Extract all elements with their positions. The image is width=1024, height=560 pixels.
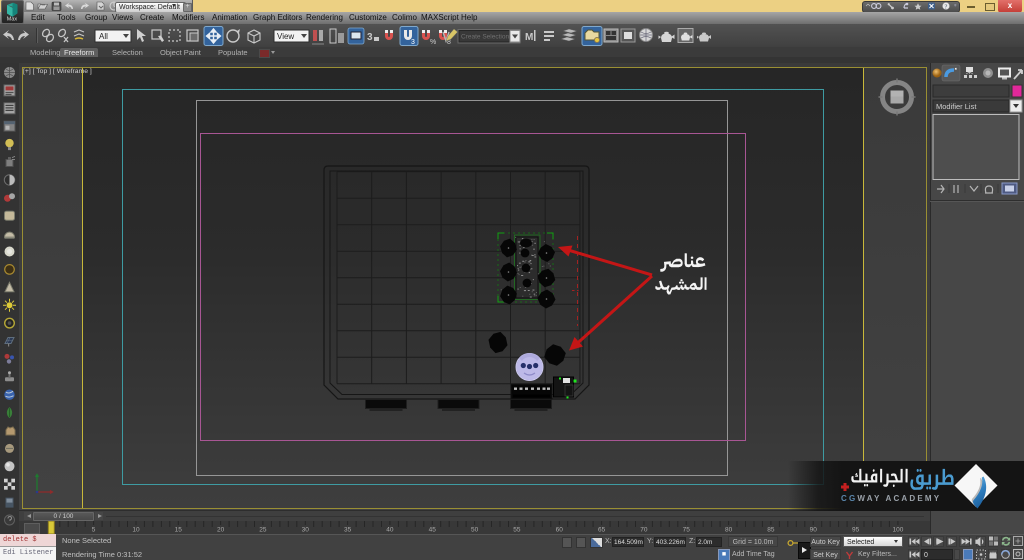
- svg-text:35: 35: [344, 527, 352, 534]
- svg-text:20: 20: [217, 527, 225, 534]
- svg-text:50: 50: [471, 527, 479, 534]
- svg-text:All: All: [99, 32, 108, 41]
- svg-text:40: 40: [386, 527, 394, 534]
- svg-text:15: 15: [175, 527, 183, 534]
- svg-text:3: 3: [367, 32, 373, 43]
- svg-text:95: 95: [852, 527, 860, 534]
- svg-text:CGWAY ACADEMY: CGWAY ACADEMY: [841, 494, 941, 503]
- svg-text:5: 5: [92, 527, 96, 534]
- svg-text:85: 85: [767, 527, 775, 534]
- svg-text:Create Selection: Create Selection: [461, 34, 509, 41]
- svg-text:?: ?: [945, 3, 948, 10]
- svg-text:Max: Max: [7, 17, 18, 22]
- svg-text:70: 70: [640, 527, 648, 534]
- svg-text:25: 25: [259, 527, 267, 534]
- svg-text:45: 45: [429, 527, 437, 534]
- svg-text:100: 100: [892, 527, 903, 534]
- svg-text:75: 75: [683, 527, 691, 534]
- svg-text:View: View: [277, 32, 294, 41]
- svg-text:90: 90: [810, 527, 818, 534]
- svg-text:3: 3: [411, 39, 415, 46]
- svg-text:30: 30: [302, 527, 310, 534]
- svg-text:60: 60: [556, 527, 564, 534]
- svg-text:55: 55: [513, 527, 521, 534]
- svg-text:80: 80: [725, 527, 733, 534]
- svg-text:Modifier List: Modifier List: [936, 102, 977, 111]
- svg-text:10: 10: [132, 527, 140, 534]
- svg-text:M: M: [525, 32, 533, 43]
- svg-text:%: %: [430, 39, 436, 46]
- svg-text:65: 65: [598, 527, 606, 534]
